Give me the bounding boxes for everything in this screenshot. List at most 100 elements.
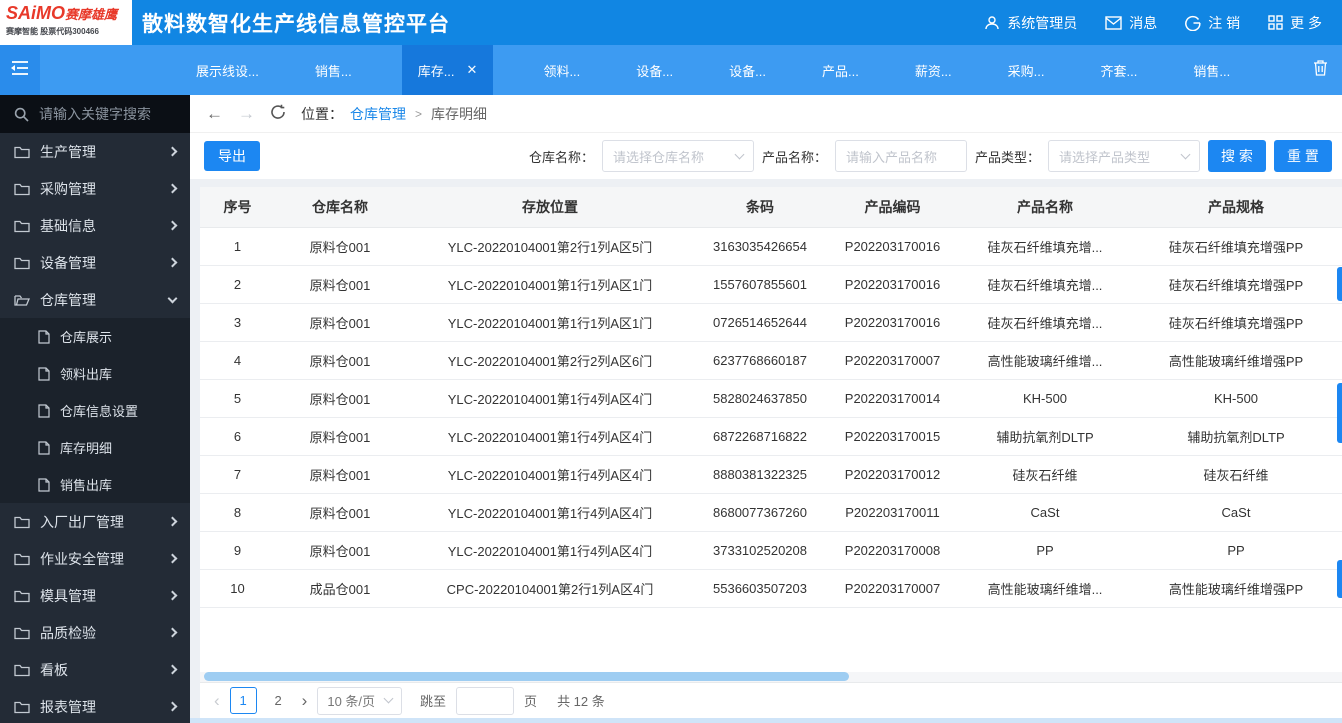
sidebar-item-label: 入厂出厂管理 (40, 513, 124, 530)
sidebar-item-label: 仓库管理 (40, 291, 96, 308)
table-row[interactable]: 6 原料仓001 YLC-20220104001第1行4列A区4门 687226871… (200, 417, 1342, 456)
sidebar-item[interactable]: 仓库管理 (0, 281, 190, 318)
page-size-select[interactable]: 10 条/页 (317, 686, 403, 715)
sidebar-item[interactable]: 采购管理 (0, 170, 190, 207)
table-row[interactable]: 5 原料仓001 YLC-20220104001第1行4列A区4门 582802463… (200, 379, 1342, 418)
sidebar-item[interactable]: 基础信息 (0, 207, 190, 244)
cutoff-action-button[interactable] (1337, 383, 1342, 443)
table-cell: P202203170016 (825, 227, 960, 266)
chevron-right-icon (167, 664, 178, 675)
tab-item[interactable]: 产品... (816, 45, 865, 95)
table-cell: KH-500 (960, 379, 1130, 418)
sidebar-subitem[interactable]: 销售出库 (0, 466, 190, 503)
table-row[interactable]: 1 原料仓001 YLC-20220104001第2行1列A区5门 316303542… (200, 227, 1342, 266)
logo-subtitle: 赛摩智能 股票代码300466 (6, 27, 99, 36)
close-all-tabs-button[interactable] (1313, 45, 1342, 95)
sidebar-collapse-button[interactable] (0, 45, 40, 95)
table-row[interactable]: 4 原料仓001 YLC-20220104001第2行2列A区6门 623776866… (200, 341, 1342, 380)
sidebar-subitem[interactable]: 仓库展示 (0, 318, 190, 355)
table-cell: KH-500 (1130, 379, 1342, 418)
column-header: 产品名称 (960, 187, 1130, 228)
search-button[interactable]: 搜 索 (1208, 140, 1266, 172)
breadcrumb-parent-link[interactable]: 仓库管理 (350, 104, 406, 124)
sidebar-subitem-label: 仓库展示 (60, 330, 113, 345)
sidebar-item[interactable]: 入厂出厂管理 (0, 503, 190, 540)
prev-page-button[interactable]: ‹ (214, 692, 220, 709)
filters: 仓库名称： 请选择仓库名称 产品名称： 请输入产品名称 产品类型： 请选择产品类型 (529, 140, 1200, 172)
filter-select[interactable]: 请选择产品类型 (1048, 140, 1200, 172)
tab-active[interactable]: 库存... ✕ (401, 45, 494, 95)
tab-item[interactable]: 采购... (1002, 45, 1051, 95)
file-icon (38, 440, 50, 455)
tab-label: 设备... (636, 63, 674, 79)
sidebar-item[interactable]: 生产管理 (0, 133, 190, 170)
tab-item[interactable]: 展示线设... (190, 45, 265, 95)
forward-button[interactable]: → (238, 105, 255, 122)
table-row[interactable]: 2 原料仓001 YLC-20220104001第1行1列A区1门 155760785… (200, 265, 1342, 304)
page-number-current[interactable]: 1 (229, 687, 257, 714)
filter-select[interactable]: 请选择仓库名称 (601, 140, 754, 172)
tab-item[interactable]: 薪资... (909, 45, 958, 95)
jump-page-input[interactable] (456, 686, 515, 715)
page-number[interactable]: 2 (265, 687, 292, 714)
chevron-right-icon (167, 183, 178, 194)
folder-icon (14, 552, 30, 566)
tab-item[interactable]: 设备... (630, 45, 679, 95)
table-cell: YLC-20220104001第2行1列A区5门 (405, 227, 695, 266)
table-cell: P202203170016 (825, 265, 960, 304)
sidebar-item[interactable]: 模具管理 (0, 577, 190, 614)
sidebar-item[interactable]: 报表管理 (0, 688, 190, 723)
sidebar-item[interactable]: 品质检验 (0, 614, 190, 651)
cutoff-action-button[interactable] (1337, 267, 1342, 301)
sidebar-item-label: 设备管理 (40, 254, 96, 271)
back-button[interactable]: ← (206, 105, 223, 122)
sidebar-subitem[interactable]: 领料出库 (0, 355, 190, 392)
tab-item[interactable]: 齐套... (1095, 45, 1144, 95)
cutoff-action-button[interactable] (1337, 560, 1342, 598)
table-row[interactable]: 7 原料仓001 YLC-20220104001第1行4列A区4门 888038132… (200, 455, 1342, 494)
table-cell: 8880381322325 (695, 455, 825, 494)
tab-item[interactable]: 销售... (309, 45, 358, 95)
table-cell: 2 (200, 265, 275, 304)
table-cell: P202203170007 (825, 341, 960, 380)
sidebar-item[interactable]: 设备管理 (0, 244, 190, 281)
tab-item[interactable]: 销售... (1187, 45, 1236, 95)
column-header: 序号 (200, 187, 275, 228)
table-row[interactable]: 3 原料仓001 YLC-20220104001第1行1列A区1门 072651465… (200, 303, 1342, 342)
tab-item[interactable]: 设备... (723, 45, 772, 95)
sidebar-subitem[interactable]: 仓库信息设置 (0, 392, 190, 429)
sidebar-item-label: 看板 (40, 661, 68, 678)
refresh-button[interactable] (270, 104, 286, 123)
horizontal-scrollbar[interactable] (200, 672, 1342, 682)
chevron-down-icon (734, 149, 745, 159)
tab-close-icon[interactable]: ✕ (467, 62, 478, 78)
table-cell: P202203170014 (825, 379, 960, 418)
column-header: 仓库名称 (275, 187, 405, 228)
sidebar-subitem[interactable]: 库存明细 (0, 429, 190, 466)
export-button[interactable]: 导出 (204, 141, 260, 171)
table-row[interactable]: 10 成品仓001 CPC-20220104001第2行1列A区4门 55366035… (200, 569, 1342, 608)
horizontal-scrollbar-thumb[interactable] (204, 672, 849, 681)
table-row[interactable]: 8 原料仓001 YLC-20220104001第1行4列A区4门 868007736… (200, 493, 1342, 532)
sidebar-item[interactable]: 作业安全管理 (0, 540, 190, 577)
logout-button[interactable]: 注 销 (1185, 13, 1240, 33)
sidebar-item[interactable]: 看板 (0, 651, 190, 688)
table-cell: 6237768660187 (695, 341, 825, 380)
table-cell: P202203170011 (825, 493, 960, 532)
reset-button[interactable]: 重 置 (1274, 140, 1332, 172)
tab-item[interactable]: 领料... (537, 45, 586, 95)
next-page-button[interactable]: › (302, 692, 308, 709)
more-button[interactable]: 更 多 (1268, 13, 1322, 33)
table-row[interactable]: 9 原料仓001 YLC-20220104001第1行4列A区4门 373310252… (200, 531, 1342, 570)
table-cell: 3 (200, 303, 275, 342)
folder-icon (14, 589, 30, 603)
messages-button[interactable]: 消息 (1105, 13, 1157, 33)
filter-input[interactable]: 请输入产品名称 (834, 140, 967, 172)
user-menu[interactable]: 系统管理员 (984, 13, 1077, 33)
column-header: 产品编码 (825, 187, 960, 228)
tab-label: 库存... (417, 63, 455, 79)
table-cell: 辅助抗氧剂DLTP (1130, 417, 1342, 456)
sidebar-search-input[interactable]: 请输入关键字搜索 (0, 95, 190, 133)
column-header: 产品规格 (1130, 187, 1342, 228)
table-cell: 5 (200, 379, 275, 418)
